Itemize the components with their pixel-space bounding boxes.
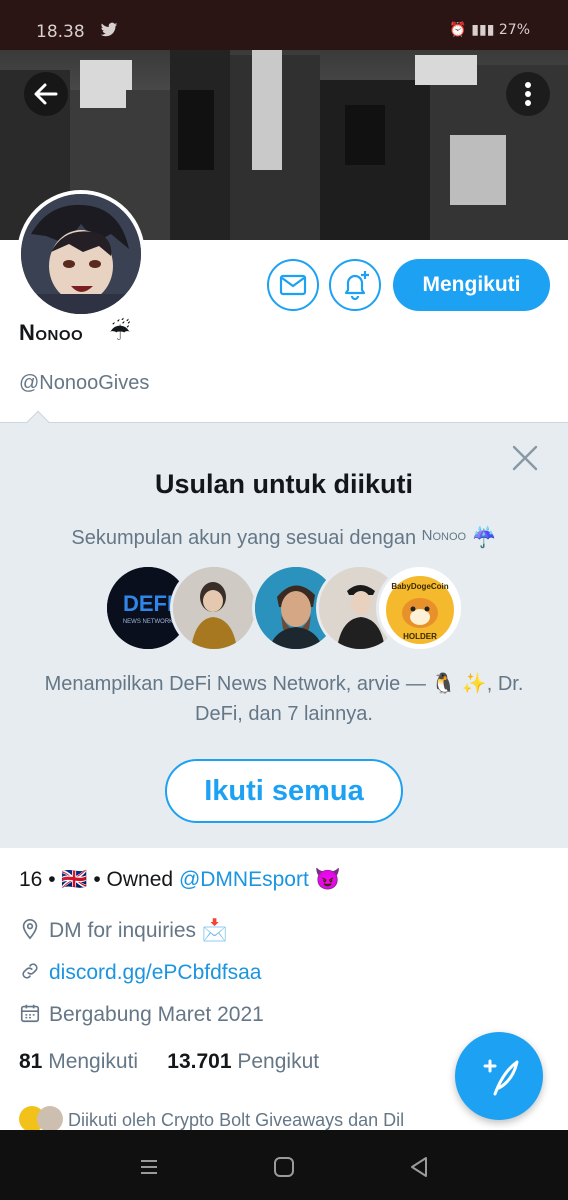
panel-pointer	[26, 410, 50, 434]
follow-all-button[interactable]: Ikuti semua	[165, 759, 403, 823]
user-handle: @NonooGives	[19, 372, 150, 394]
arrow-left-icon	[34, 83, 58, 105]
location-pin-icon	[22, 919, 38, 940]
more-options-button[interactable]	[506, 72, 550, 116]
following-count[interactable]: 81 Mengikuti	[19, 1050, 138, 1073]
system-nav-bar	[0, 1130, 568, 1200]
suggested-avatar[interactable]	[170, 564, 258, 652]
link-icon	[22, 963, 38, 979]
follow-counts: 81 Mengikuti 13.701 Pengikut	[19, 1050, 319, 1074]
person-photo	[173, 567, 255, 649]
following-button[interactable]: Mengikuti	[393, 259, 550, 311]
suggested-avatars[interactable]: DEFI NEWS NETWORK BabyDogeCoin HOLDER	[104, 564, 464, 654]
devil-icon: 😈	[314, 868, 341, 891]
menu-lines-icon	[141, 1160, 157, 1174]
more-vertical-icon	[525, 82, 531, 106]
triangle-back-icon	[411, 1157, 427, 1177]
svg-text:BabyDogeCoin: BabyDogeCoin	[391, 582, 448, 591]
battery-text: 27%	[498, 22, 530, 38]
back-button[interactable]	[24, 72, 68, 116]
profile-avatar[interactable]	[17, 190, 145, 318]
followers-count[interactable]: 13.701 Pengikut	[167, 1050, 319, 1073]
home-square-icon	[274, 1157, 294, 1177]
subtitle-text: Sekumpulan akun yang sesuai dengan	[71, 527, 417, 549]
status-bar: 18.38 ⏰ ▮▮▮ 27%	[0, 0, 568, 50]
envelope-icon	[279, 274, 307, 296]
babydoge-logo: BabyDogeCoin HOLDER	[379, 567, 461, 649]
svg-text:HOLDER: HOLDER	[403, 632, 437, 641]
message-button[interactable]	[267, 259, 319, 311]
subtitle-name: Nonoo	[421, 527, 467, 544]
compose-feather-icon	[483, 1059, 519, 1096]
compose-tweet-button[interactable]	[455, 1032, 543, 1120]
followed-by-text: Diikuti oleh Crypto Bolt Giveaways dan D…	[68, 1110, 405, 1130]
signal-icon: ▮▮▮	[471, 22, 495, 38]
suggestions-subtitle: Sekumpulan akun yang sesuai dengan Nonoo…	[0, 525, 568, 550]
bio-text: 16 • 🇬🇧 • Owned	[19, 868, 174, 891]
suggested-follows-panel: Usulan untuk diikuti Sekumpulan akun yan…	[0, 410, 568, 848]
suggestions-description: Menampilkan DeFi News Network, arvie — 🐧…	[44, 673, 524, 725]
calendar-icon	[20, 1004, 40, 1023]
website-row: discord.gg/ePCbfdfsaa	[19, 960, 261, 985]
location-row: DM for inquiries 📩	[19, 918, 228, 943]
notification-bell-button[interactable]	[329, 259, 381, 311]
website-link[interactable]: discord.gg/ePCbfdfsaa	[49, 961, 261, 984]
joined-text: Bergabung Maret 2021	[49, 1003, 264, 1026]
bio-mention-link[interactable]: @DMNEsport	[179, 868, 309, 891]
umbrella-icon: ☔	[471, 527, 497, 549]
suggested-avatar[interactable]: BabyDogeCoin HOLDER	[376, 564, 464, 652]
umbrella-icon: ☔	[109, 318, 131, 346]
suggestions-title: Usulan untuk diikuti	[154, 469, 413, 499]
joined-row: Bergabung Maret 2021	[19, 1002, 264, 1027]
follower-avatar	[37, 1106, 63, 1132]
profile-bio: 16 • 🇬🇧 • Owned @DMNEsport 😈	[19, 868, 341, 892]
system-back-button[interactable]	[404, 1152, 434, 1182]
display-name: Nonoo	[19, 320, 84, 345]
svg-text:DEFI: DEFI	[123, 591, 173, 616]
alarm-icon: ⏰	[449, 22, 467, 38]
twitter-bird-icon	[100, 22, 118, 43]
status-time: 18.38	[36, 22, 85, 42]
status-right: ⏰ ▮▮▮ 27%	[449, 22, 530, 38]
avatar-image	[21, 194, 141, 314]
location-text: DM for inquiries 📩	[49, 919, 229, 942]
bell-plus-icon	[344, 271, 369, 301]
home-button[interactable]	[269, 1152, 299, 1182]
recent-apps-button[interactable]	[134, 1152, 164, 1182]
followed-by-row[interactable]: Diikuti oleh Crypto Bolt Giveaways dan D…	[19, 1106, 404, 1132]
svg-text:NEWS NETWORK: NEWS NETWORK	[123, 619, 173, 625]
